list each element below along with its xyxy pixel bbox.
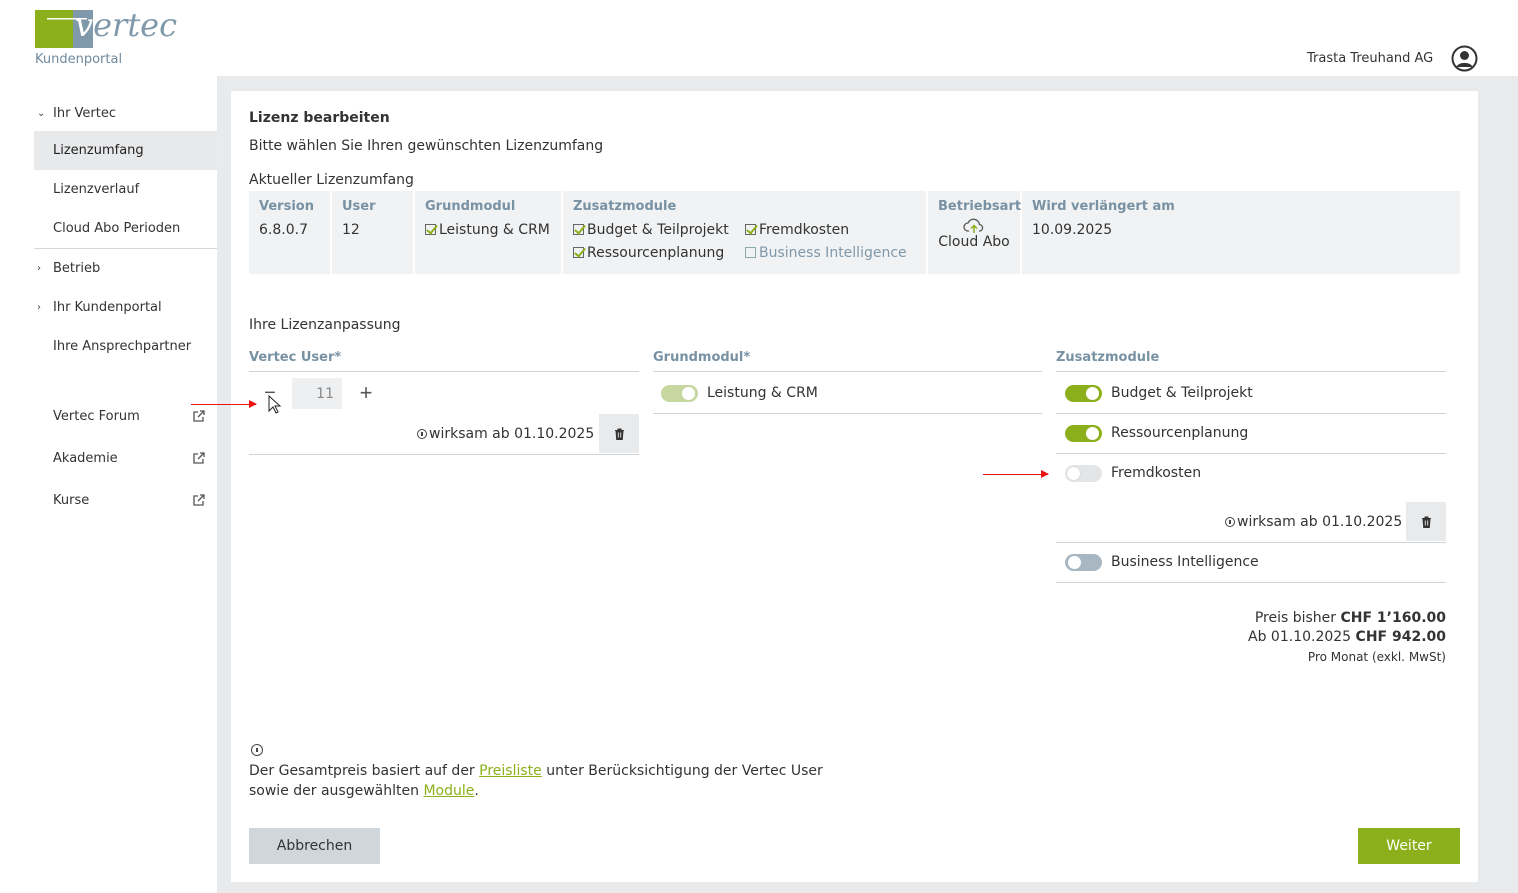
external-link-icon bbox=[193, 409, 205, 422]
increment-user-button[interactable]: + bbox=[355, 381, 377, 405]
module-link[interactable]: Module bbox=[423, 783, 474, 799]
current-module-item: Ressourcenplanung bbox=[573, 245, 724, 261]
cancel-button[interactable]: Abbrechen bbox=[249, 828, 380, 864]
price-note: Der Gesamtpreis basiert auf der Preislis… bbox=[249, 763, 823, 799]
logo-green-square bbox=[35, 10, 73, 48]
vertec-logo[interactable]: vertec Kundenportal bbox=[35, 6, 195, 70]
delete-user-change-button[interactable] bbox=[599, 414, 639, 453]
portal-label: Kundenportal bbox=[35, 52, 123, 67]
company-name: Trasta Treuhand AG bbox=[1307, 51, 1434, 66]
current-zusatzmodule-cell: Zusatzmodule Budget & Teilprojekt Fremdk… bbox=[563, 191, 928, 274]
sidebar-label: Ihr Kundenportal bbox=[53, 300, 162, 315]
current-renewal-cell: Wird verlängert am 10.09.2025 bbox=[1032, 199, 1175, 238]
current-module-item: Budget & Teilprojekt bbox=[573, 222, 729, 238]
module-label: Business Intelligence bbox=[1111, 554, 1259, 570]
sidebar-nav: ⌄ Ihr Vertec Lizenzumfang Lizenzverlauf … bbox=[34, 95, 217, 521]
external-link-icon bbox=[193, 451, 205, 464]
sidebar-group-ihr-kundenportal[interactable]: › Ihr Kundenportal bbox=[34, 288, 217, 327]
row-divider bbox=[1056, 453, 1446, 454]
module-label: Budget & Teilprojekt bbox=[1111, 385, 1253, 401]
price-period: Pro Monat (exkl. MwSt) bbox=[1307, 650, 1446, 664]
grundmodul-toggle bbox=[661, 385, 698, 402]
ressourcenplanung-toggle[interactable] bbox=[1065, 425, 1102, 442]
sidebar-item-ansprechpartner[interactable]: Ihre Ansprechpartner bbox=[34, 327, 217, 366]
sidebar-item-lizenzumfang[interactable]: Lizenzumfang bbox=[34, 131, 217, 170]
sidebar-item-lizenzverlauf[interactable]: Lizenzverlauf bbox=[34, 170, 217, 209]
grundmodul-column-header: Grundmodul* bbox=[653, 350, 1042, 372]
chevron-right-icon: › bbox=[37, 263, 41, 274]
current-license-table: Version 6.8.0.7 User 12 Grundmodul Leist… bbox=[249, 191, 1460, 274]
business-intelligence-toggle[interactable] bbox=[1065, 554, 1102, 571]
page-subtitle: Bitte wählen Sie Ihren gewünschten Lizen… bbox=[249, 138, 604, 154]
row-divider bbox=[249, 454, 639, 455]
price-previous: Preis bisher CHF 1’160.00 bbox=[1254, 610, 1446, 626]
current-betriebsart-cell: Betriebsart Cloud Abo bbox=[928, 191, 1022, 274]
row-divider bbox=[1056, 413, 1446, 414]
next-button[interactable]: Weiter bbox=[1358, 828, 1460, 864]
row-divider bbox=[1056, 582, 1446, 583]
chevron-right-icon: › bbox=[37, 302, 41, 313]
checkbox-checked-icon bbox=[745, 224, 756, 235]
annotation-arrow bbox=[983, 470, 1049, 478]
sidebar-label: Ihr Vertec bbox=[53, 105, 117, 121]
preisliste-link[interactable]: Preisliste bbox=[479, 763, 542, 779]
price-new: Ab 01.10.2025 CHF 942.00 bbox=[1248, 629, 1446, 645]
sidebar-item-akademie[interactable]: Akademie bbox=[34, 437, 217, 479]
sidebar-label: Cloud Abo Perioden bbox=[53, 221, 181, 236]
checkbox-empty-icon bbox=[745, 247, 756, 258]
row-divider bbox=[1056, 542, 1446, 543]
current-user-cell: User 12 bbox=[332, 191, 415, 274]
page-title: Lizenz bearbeiten bbox=[249, 110, 390, 126]
chevron-down-icon: ⌄ bbox=[37, 107, 46, 119]
info-icon bbox=[1225, 517, 1235, 527]
vertec-user-column-header: Vertec User* bbox=[249, 350, 639, 372]
user-count-input[interactable] bbox=[292, 378, 342, 409]
external-link-icon bbox=[193, 493, 205, 506]
current-grundmodul-cell: Grundmodul Leistung & CRM bbox=[415, 191, 563, 274]
delete-fremdkosten-change-button[interactable] bbox=[1406, 502, 1446, 541]
sidebar-label: Vertec Forum bbox=[53, 408, 140, 424]
zusatzmodule-column-header: Zusatzmodule bbox=[1056, 350, 1446, 372]
info-icon bbox=[251, 744, 263, 756]
sidebar-label: Lizenzverlauf bbox=[53, 182, 140, 197]
sidebar-item-vertec-forum[interactable]: Vertec Forum bbox=[34, 395, 217, 437]
sidebar-label: Akademie bbox=[53, 450, 118, 466]
module-label: Ressourcenplanung bbox=[1111, 425, 1249, 441]
annotation-arrow bbox=[191, 400, 257, 408]
checkbox-checked-icon bbox=[573, 224, 584, 235]
adjustment-heading: Ihre Lizenzanpassung bbox=[249, 317, 401, 333]
sidebar-label: Lizenzumfang bbox=[53, 143, 144, 158]
module-label: Fremdkosten bbox=[1111, 465, 1202, 481]
user-effective-date: wirksam ab 01.10.2025 bbox=[417, 426, 594, 442]
grundmodul-label: Leistung & CRM bbox=[707, 385, 818, 401]
cloud-upload-icon bbox=[963, 218, 984, 233]
checkbox-checked-icon bbox=[573, 247, 584, 258]
checkbox-checked-icon bbox=[425, 224, 436, 235]
sidebar-group-betrieb[interactable]: › Betrieb bbox=[34, 249, 217, 288]
sidebar-label: Betrieb bbox=[53, 261, 101, 276]
fremdkosten-effective-date: wirksam ab 01.10.2025 bbox=[1225, 514, 1402, 530]
budget-teilprojekt-toggle[interactable] bbox=[1065, 385, 1102, 402]
fremdkosten-toggle[interactable] bbox=[1065, 465, 1102, 482]
sidebar-group-ihr-vertec[interactable]: ⌄ Ihr Vertec bbox=[34, 95, 217, 131]
sidebar-label: Ihre Ansprechpartner bbox=[53, 339, 192, 354]
trash-icon bbox=[1421, 516, 1431, 528]
current-license-heading: Aktueller Lizenzumfang bbox=[249, 172, 414, 188]
info-icon bbox=[417, 429, 427, 439]
user-circle-icon[interactable] bbox=[1451, 45, 1478, 72]
current-module-item: Business Intelligence bbox=[745, 245, 907, 261]
sidebar-item-kurse[interactable]: Kurse bbox=[34, 479, 217, 521]
current-module-item: Fremdkosten bbox=[745, 222, 849, 238]
trash-icon bbox=[614, 428, 624, 440]
mouse-cursor-icon bbox=[268, 395, 282, 414]
current-version-cell: Version 6.8.0.7 bbox=[249, 191, 332, 274]
sidebar-item-cloud-abo-perioden[interactable]: Cloud Abo Perioden bbox=[34, 209, 217, 248]
logo-wordmark: vertec bbox=[75, 6, 178, 44]
row-divider bbox=[653, 413, 1042, 414]
sidebar-label: Kurse bbox=[53, 492, 90, 508]
